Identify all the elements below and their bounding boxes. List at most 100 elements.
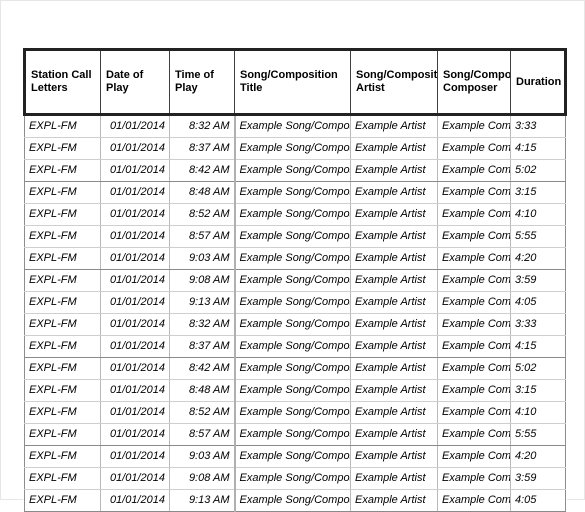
cell-title: Example Song/Composition Title — [234, 445, 351, 468]
cell-composer: Example Composer — [437, 181, 511, 204]
table-row[interactable]: EXPL-FM 01/01/2014 8:42 AM Example Song/Com… — [24, 159, 566, 182]
table-row[interactable]: EXPL-FM 01/01/2014 9:13 AM Example Song/Com… — [24, 291, 566, 314]
table-row[interactable]: EXPL-FM 01/01/2014 8:57 AM Example Song/Com… — [24, 225, 566, 248]
cell-duration: 3:33 — [510, 114, 566, 138]
cell-date: 01/01/2014 — [100, 335, 170, 358]
table-row[interactable]: EXPL-FM 01/01/2014 9:03 AM Example Song/Com… — [24, 247, 566, 270]
table-row[interactable]: EXPL-FM 01/01/2014 8:48 AM Example Song/Com… — [24, 181, 566, 204]
table-row[interactable]: EXPL-FM 01/01/2014 8:32 AM Example Song/Com… — [24, 313, 566, 336]
cell-station: EXPL-FM — [24, 313, 101, 336]
cell-artist: Example Artist — [350, 291, 438, 314]
cell-artist: Example Artist — [350, 445, 438, 468]
cell-time: 8:32 AM — [169, 114, 236, 138]
table-row[interactable]: EXPL-FM 01/01/2014 8:57 AM Example Song/Com… — [24, 423, 566, 446]
cell-date: 01/01/2014 — [100, 225, 170, 248]
column-header-title: Song/Composition Title — [234, 48, 351, 116]
cell-station: EXPL-FM — [24, 357, 101, 380]
cell-date: 01/01/2014 — [100, 357, 170, 380]
document-page: Station Call Letters Date of Play Time of … — [0, 0, 585, 512]
cell-composer: Example Composer — [437, 423, 511, 446]
cell-time: 8:57 AM — [169, 225, 236, 248]
table-row[interactable]: EXPL-FM 01/01/2014 9:13 AM Example Song/Com… — [24, 489, 566, 512]
cell-artist: Example Artist — [350, 401, 438, 424]
cell-artist: Example Artist — [350, 181, 438, 204]
cell-title: Example Song/Composition Title — [234, 313, 351, 336]
table-row[interactable]: EXPL-FM 01/01/2014 8:52 AM Example Song/Com… — [24, 203, 566, 226]
cell-title: Example Song/Composition Title — [234, 379, 351, 402]
cell-artist: Example Artist — [350, 313, 438, 336]
cell-duration: 3:15 — [510, 181, 566, 204]
table-header-row: Station Call Letters Date of Play Time of … — [23, 48, 567, 116]
cell-time: 8:48 AM — [169, 379, 236, 402]
cell-title: Example Song/Composition Title — [234, 114, 351, 138]
cell-title: Example Song/Composition Title — [234, 269, 351, 292]
cell-title: Example Song/Composition Title — [234, 357, 351, 380]
cell-artist: Example Artist — [350, 114, 438, 138]
cell-date: 01/01/2014 — [100, 313, 170, 336]
cell-duration: 4:15 — [510, 335, 566, 358]
cell-title: Example Song/Composition Title — [234, 401, 351, 424]
cell-artist: Example Artist — [350, 137, 438, 160]
column-header-time: Time of Play — [169, 48, 235, 116]
cell-date: 01/01/2014 — [100, 114, 170, 138]
table-row[interactable]: EXPL-FM 01/01/2014 8:48 AM Example Song/Com… — [24, 379, 566, 402]
cell-title: Example Song/Composition Title — [234, 181, 351, 204]
table-row[interactable]: EXPL-FM 01/01/2014 8:37 AM Example Song/Com… — [24, 137, 566, 160]
cell-duration: 5:55 — [510, 225, 566, 248]
music-log-table: Station Call Letters Date of Play Time of … — [23, 48, 567, 512]
cell-time: 9:03 AM — [169, 445, 236, 468]
cell-station: EXPL-FM — [24, 269, 101, 292]
cell-composer: Example Composer — [437, 291, 511, 314]
table-row[interactable]: EXPL-FM 01/01/2014 8:42 AM Example Song/Com… — [24, 357, 566, 380]
cell-artist: Example Artist — [350, 357, 438, 380]
cell-artist: Example Artist — [350, 489, 438, 512]
column-header-station: Station Call Letters — [23, 48, 101, 116]
cell-time: 8:52 AM — [169, 401, 236, 424]
cell-station: EXPL-FM — [24, 467, 101, 490]
cell-time: 9:03 AM — [169, 247, 236, 270]
column-header-date: Date of Play — [100, 48, 170, 116]
music-log-table-container: Station Call Letters Date of Play Time of … — [23, 48, 567, 512]
cell-date: 01/01/2014 — [100, 137, 170, 160]
cell-artist: Example Artist — [350, 247, 438, 270]
cell-artist: Example Artist — [350, 269, 438, 292]
cell-composer: Example Composer — [437, 379, 511, 402]
cell-duration: 3:33 — [510, 313, 566, 336]
cell-time: 8:57 AM — [169, 423, 236, 446]
table-row[interactable]: EXPL-FM 01/01/2014 8:52 AM Example Song/Com… — [24, 401, 566, 424]
cell-artist: Example Artist — [350, 379, 438, 402]
cell-station: EXPL-FM — [24, 379, 101, 402]
cell-duration: 3:15 — [510, 379, 566, 402]
cell-station: EXPL-FM — [24, 159, 101, 182]
cell-duration: 3:59 — [510, 269, 566, 292]
column-header-duration: Duration — [510, 48, 567, 116]
cell-duration: 4:10 — [510, 401, 566, 424]
cell-duration: 4:15 — [510, 137, 566, 160]
cell-station: EXPL-FM — [24, 291, 101, 314]
table-row[interactable]: EXPL-FM 01/01/2014 8:37 AM Example Song/Com… — [24, 335, 566, 358]
cell-artist: Example Artist — [350, 335, 438, 358]
cell-composer: Example Composer — [437, 489, 511, 512]
cell-composer: Example Composer — [437, 357, 511, 380]
column-header-artist: Song/Composition Artist — [350, 48, 438, 116]
cell-date: 01/01/2014 — [100, 467, 170, 490]
cell-station: EXPL-FM — [24, 489, 101, 512]
cell-composer: Example Composer — [437, 401, 511, 424]
cell-title: Example Song/Composition Title — [234, 467, 351, 490]
cell-station: EXPL-FM — [24, 114, 101, 138]
cell-station: EXPL-FM — [24, 445, 101, 468]
cell-duration: 4:10 — [510, 203, 566, 226]
cell-time: 8:42 AM — [169, 159, 236, 182]
cell-date: 01/01/2014 — [100, 401, 170, 424]
cell-title: Example Song/Composition Title — [234, 335, 351, 358]
cell-date: 01/01/2014 — [100, 489, 170, 512]
table-row[interactable]: EXPL-FM 01/01/2014 8:32 AM Example Song/Com… — [24, 114, 566, 138]
cell-time: 9:13 AM — [169, 291, 236, 314]
cell-date: 01/01/2014 — [100, 159, 170, 182]
cell-time: 9:13 AM — [169, 489, 236, 512]
cell-time: 8:37 AM — [169, 335, 236, 358]
table-row[interactable]: EXPL-FM 01/01/2014 9:03 AM Example Song/Com… — [24, 445, 566, 468]
table-row[interactable]: EXPL-FM 01/01/2014 9:08 AM Example Song/Com… — [24, 467, 566, 490]
table-row[interactable]: EXPL-FM 01/01/2014 9:08 AM Example Song/Com… — [24, 269, 566, 292]
cell-composer: Example Composer — [437, 137, 511, 160]
